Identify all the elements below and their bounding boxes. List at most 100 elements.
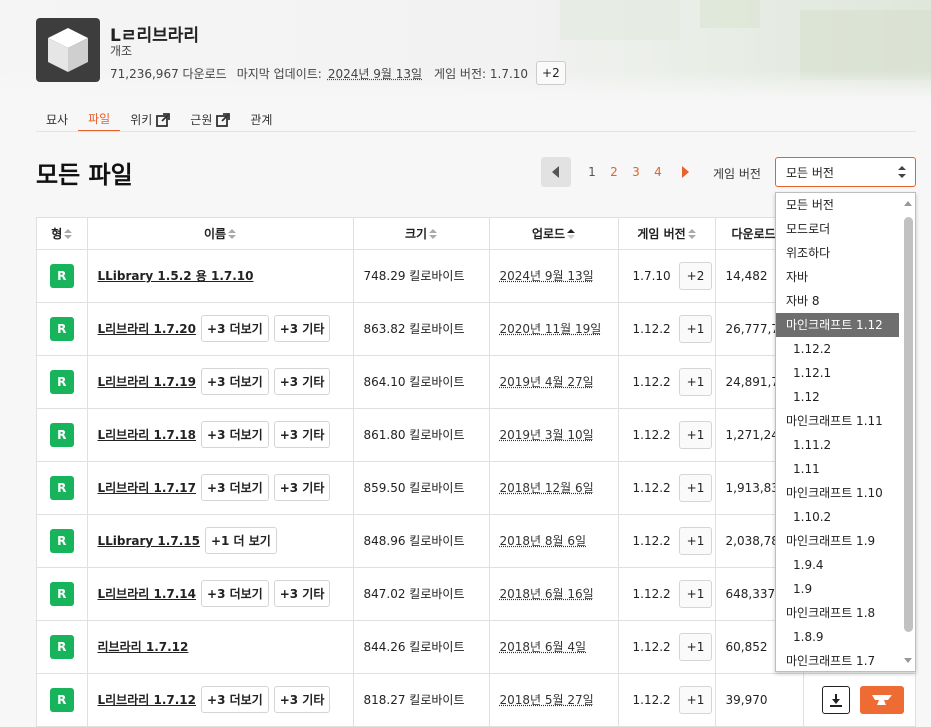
download-button[interactable] [822,686,850,714]
more-versions-chip[interactable]: +3 더보기 [201,368,269,395]
file-name-link[interactable]: 리브라리 1.7.12 [98,640,189,654]
dropdown-option[interactable]: 마인크래프트 1.8 [776,601,915,625]
game-version-more-button[interactable]: +1 [679,368,713,396]
dropdown-option[interactable]: 1.10.2 [776,505,915,529]
tab-description[interactable]: 묘사 [36,110,78,132]
dropdown-option[interactable]: 마인크래프트 1.9 [776,529,915,553]
dropdown-option[interactable]: 1.8.9 [776,625,915,649]
release-type-badge: R [50,423,74,447]
file-size: 748.29 킬로바이트 [364,269,465,283]
tab-wiki[interactable]: 위키 [120,110,180,132]
cell-size: 748.29 킬로바이트 [353,249,489,302]
dropdown-option[interactable]: 마인크래프트 1.12 [776,313,899,337]
page-link-2[interactable]: 2 [603,165,625,179]
more-versions-chip[interactable]: +3 더보기 [201,580,269,607]
more-versions-chip[interactable]: +3 더보기 [201,421,269,448]
game-version-more-button[interactable]: +1 [679,580,713,608]
scroll-up-arrow-icon[interactable] [904,201,912,206]
dropdown-option[interactable]: 모든 버전 [776,193,915,217]
game-version-more-button[interactable]: +1 [679,527,713,555]
column-header-name[interactable]: 이름 [87,218,353,249]
file-name-link[interactable]: L리브라리 1.7.19 [98,375,197,389]
game-version: 1.12.2 [633,693,671,707]
upload-date: 2019년 4월 27일 [500,375,594,389]
header-label: 업로드 [532,227,565,241]
cell-upload: 2020년 11월 19일 [489,302,618,355]
dropdown-option[interactable]: 위조하다 [776,241,915,265]
game-version-more-button[interactable]: +2 [679,262,713,290]
more-versions-chip[interactable]: +3 기타 [274,421,331,448]
dropdown-option[interactable]: 자바 8 [776,289,915,313]
game-version-more-button[interactable]: +1 [679,315,713,343]
dropdown-option[interactable]: 마인크래프트 1.11 [776,409,915,433]
download-icon [829,693,843,707]
release-type-badge: R [50,264,74,288]
page-link-4[interactable]: 4 [647,165,669,179]
file-name-link[interactable]: L리브라리 1.7.20 [98,322,197,336]
game-version-more-button[interactable]: +1 [679,474,713,502]
file-name-link[interactable]: LLibrary 1.7.15 [98,534,200,548]
cell-game-version: 1.12.2 +1 [618,673,715,726]
file-name-link[interactable]: LLibrary 1.5.2 용 1.7.10 [98,269,254,283]
file-size: 863.82 킬로바이트 [364,322,465,336]
dropdown-option[interactable]: 1.11 [776,457,915,481]
game-version-select[interactable]: 모든 버전 [775,157,916,187]
file-name-link[interactable]: L리브라리 1.7.12 [98,693,197,707]
cell-upload: 2018년 6월 16일 [489,567,618,620]
dropdown-option[interactable]: 1.12.1 [776,361,915,385]
more-versions-chip[interactable]: +3 기타 [274,474,331,501]
dropdown-option[interactable]: 마인크래프트 1.7 [776,649,915,672]
game-version-dropdown: 모든 버전 모드로더 위조하다 자바 자바 8 마인크래프트 1.12 1.12.2 1.12… [775,192,916,672]
column-header-size[interactable]: 크기 [353,218,489,249]
column-header-type[interactable]: 형 [37,218,87,249]
tab-source[interactable]: 근원 [180,110,240,132]
cell-game-version: 1.12.2 +1 [618,355,715,408]
dropdown-option[interactable]: 1.9 [776,577,915,601]
dropdown-option[interactable]: 1.9.4 [776,553,915,577]
dropdown-option[interactable]: 모드로더 [776,217,915,241]
more-versions-chip[interactable]: +3 더보기 [201,474,269,501]
scroll-down-arrow-icon[interactable] [904,658,912,663]
dropdown-option[interactable]: 1.12 [776,385,915,409]
next-page-button[interactable] [671,157,701,187]
dropdown-option[interactable]: 1.11.2 [776,433,915,457]
more-versions-chip[interactable]: +3 더보기 [201,686,269,713]
more-versions-chip[interactable]: +1 더 보기 [205,527,277,554]
file-name-link[interactable]: L리브라리 1.7.18 [98,428,197,442]
project-author[interactable]: 개조 [110,42,132,59]
column-header-game-version[interactable]: 게임 버전 [618,218,715,249]
more-versions-chip[interactable]: +3 기타 [274,686,331,713]
page-link-1[interactable]: 1 [581,165,603,179]
page-link-3[interactable]: 3 [625,165,647,179]
game-version-more-badge[interactable]: +2 [536,61,566,85]
game-version-more-button[interactable]: +1 [679,421,713,449]
dropdown-option[interactable]: 마인크래프트 1.10 [776,481,915,505]
cell-name: L리브라리 1.7.14 +3 더보기 +3 기타 [87,567,353,620]
tab-relations[interactable]: 관계 [240,110,282,132]
cell-name: 리브라리 1.7.12 [87,620,353,673]
game-version-more-button[interactable]: +1 [679,686,713,714]
column-header-upload[interactable]: 업로드 [489,218,618,249]
release-type-badge: R [50,476,74,500]
dropdown-scrollbar[interactable] [904,217,913,632]
file-name-link[interactable]: L리브라리 1.7.17 [98,481,197,495]
header-label: 크기 [405,227,427,241]
more-versions-chip[interactable]: +3 더보기 [201,315,269,342]
more-versions-chip[interactable]: +3 기타 [274,580,331,607]
more-versions-chip[interactable]: +3 기타 [274,315,331,342]
game-version-more-button[interactable]: +1 [679,633,713,661]
game-version: 1.12.2 [633,534,671,548]
file-size: 864.10 킬로바이트 [364,375,465,389]
sort-icon [64,229,72,239]
prev-page-button[interactable] [541,157,571,187]
project-meta: 71,236,967 다운로드 마지막 업데이트: 2024년 9월 13일 게… [110,61,566,85]
curseforge-install-button[interactable] [860,686,904,714]
cell-name: L리브라리 1.7.18 +3 더보기 +3 기타 [87,408,353,461]
tab-files[interactable]: 파일 [78,110,120,132]
more-versions-chip[interactable]: +3 기타 [274,368,331,395]
upload-date: 2018년 12월 6일 [500,481,594,495]
dropdown-option[interactable]: 자바 [776,265,915,289]
cell-size: 861.80 킬로바이트 [353,408,489,461]
file-name-link[interactable]: L리브라리 1.7.14 [98,587,197,601]
dropdown-option[interactable]: 1.12.2 [776,337,915,361]
